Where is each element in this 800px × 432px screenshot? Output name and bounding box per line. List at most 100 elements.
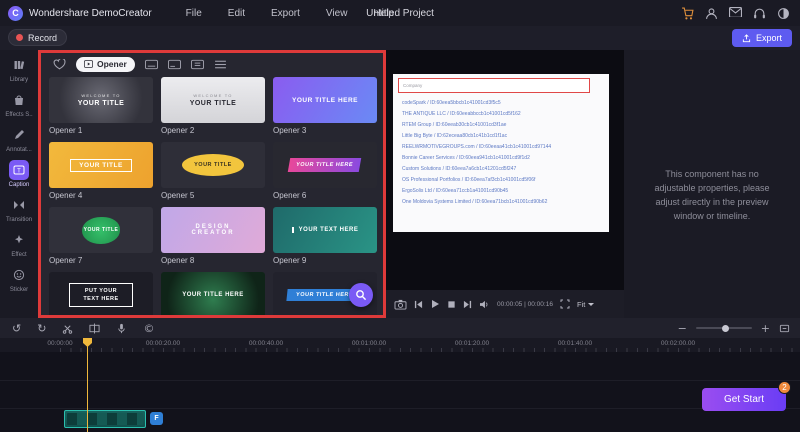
mail-icon[interactable]: [729, 6, 742, 20]
credit-line: ErgoSolis Ltd / ID:60eea71ccb1a41001cd90…: [402, 188, 509, 194]
effects-store-icon: [9, 90, 29, 110]
template-opener-11[interactable]: YOUR TITLE HERE Opener 11: [161, 272, 265, 315]
tab-end-credit-icon[interactable]: [190, 59, 204, 70]
credit-line: RTEM Group / ID:60eeab30cb1c41001cd3f1ae: [402, 122, 507, 128]
template-name: Opener 5: [161, 191, 195, 200]
sidebar-item-library[interactable]: Library: [0, 55, 38, 83]
menu-file[interactable]: File: [186, 8, 202, 19]
template-opener-9[interactable]: YOUR TEXT HERE Opener 9: [273, 207, 377, 265]
fullscreen-icon[interactable]: [560, 299, 570, 309]
template-opener-10[interactable]: PUT YOUR TEXT HERE Opener 10: [49, 272, 153, 315]
clip-filmstrip: [67, 413, 143, 425]
template-opener-3[interactable]: YOUR TITLE HERE Opener 3: [273, 77, 377, 135]
redo-icon[interactable]: ↻: [37, 323, 46, 334]
opener-icon: [84, 60, 93, 68]
template-opener-1[interactable]: WELCOME TO YOUR TITLE Opener 1: [49, 77, 153, 135]
tab-opener[interactable]: Opener: [76, 56, 135, 72]
snapshot-camera-icon[interactable]: [394, 299, 407, 310]
template-thumbnail: YOUR TITLE HERE: [273, 77, 377, 123]
record-label: Record: [28, 32, 58, 43]
title-bar: C Wondershare DemoCreator File Edit Expo…: [0, 0, 800, 26]
video-preview-stage[interactable]: Company codeSpark / ID:60eea5bbcb1c41001…: [393, 74, 609, 232]
chevron-down-icon: [588, 302, 595, 306]
caption-template-panel: Opener WELCOME TO YOUR TITLE Opener 1 WE…: [38, 50, 386, 318]
template-name: Opener 4: [49, 191, 83, 200]
credits-company-field: Company: [398, 78, 590, 93]
properties-message: This component has no adjustable propert…: [654, 169, 770, 221]
export-button[interactable]: Export: [731, 29, 792, 47]
timeline-ruler[interactable]: 00:00:00 00:00:20.00 00:00:40.00 00:01:0…: [0, 338, 800, 352]
sticker-icon: [9, 265, 29, 285]
template-name: Opener 8: [161, 256, 195, 265]
sidebar-item-effect[interactable]: Effect: [0, 230, 38, 258]
support-headset-icon[interactable]: [753, 7, 766, 20]
sidebar-item-effects-store[interactable]: Effects S..: [0, 90, 38, 118]
timeline-clip[interactable]: [64, 410, 146, 428]
template-name: Opener 9: [273, 256, 307, 265]
properties-panel: This component has no adjustable propert…: [624, 50, 800, 318]
time-display: 00:00:05 | 00:00:16: [497, 300, 553, 308]
ruler-label: 00:00:00: [47, 340, 73, 347]
template-opener-4[interactable]: YOUR TITLE Opener 4: [49, 142, 153, 200]
stop-button[interactable]: [447, 300, 456, 309]
sidebar-item-annotation[interactable]: Annotat...: [0, 125, 38, 153]
template-opener-7[interactable]: YOUR TITLE Opener 7: [49, 207, 153, 265]
credit-line: THE ANTIQUE LLC / ID:60eeabbccb1c41001cd…: [402, 111, 521, 117]
template-thumbnail: YOUR TITLE HERE: [273, 142, 377, 188]
ruler-label: 00:01:40.00: [557, 340, 593, 347]
tab-list-menu-icon[interactable]: [214, 59, 227, 70]
template-name: Opener 7: [49, 256, 83, 265]
zoom-out-button[interactable]: −: [678, 323, 687, 334]
template-name: Opener 6: [273, 191, 307, 200]
export-label: Export: [755, 33, 782, 43]
clip-effect-badge[interactable]: F: [150, 412, 163, 425]
tab-featured-icon[interactable]: [53, 58, 66, 70]
credits-list: codeSpark / ID:60eea5bbcb1c41001cd3f5c5 …: [402, 100, 603, 205]
menu-edit[interactable]: Edit: [228, 8, 245, 19]
search-button[interactable]: [349, 283, 373, 307]
cart-icon[interactable]: [681, 7, 694, 20]
fit-timeline-icon[interactable]: [779, 323, 790, 334]
template-opener-2[interactable]: WELCOME TO YOUR TITLE Opener 2: [161, 77, 265, 135]
template-opener-5[interactable]: YOUR TITLE Opener 5: [161, 142, 265, 200]
credit-line: One Moldovia Systems Limited / ID:60eea7…: [402, 199, 548, 205]
undo-icon[interactable]: ↺: [12, 323, 21, 334]
split-clip-icon[interactable]: [89, 322, 100, 334]
timeline-tracks: F: [0, 352, 800, 432]
template-name: Opener 1: [49, 126, 83, 135]
template-opener-8[interactable]: DESIGN CREATOR Opener 8: [161, 207, 265, 265]
zoom-slider-knob[interactable]: [721, 324, 729, 332]
track-divider: [0, 380, 800, 381]
tab-lower-third-icon[interactable]: [167, 59, 181, 70]
template-opener-6[interactable]: YOUR TITLE HERE Opener 6: [273, 142, 377, 200]
zoom-in-button[interactable]: +: [761, 323, 770, 334]
playback-controls: 00:00:05 | 00:00:16 Fit: [386, 290, 624, 318]
record-button[interactable]: Record: [8, 29, 68, 46]
zoom-fit-dropdown[interactable]: Fit: [577, 300, 595, 309]
library-icon: [9, 55, 29, 75]
playhead-line[interactable]: [87, 338, 88, 432]
ruler-label: 00:02:00.00: [660, 340, 696, 347]
previous-frame-button[interactable]: [414, 300, 423, 309]
sidebar-item-transition[interactable]: Transition: [0, 195, 38, 223]
template-name: Opener 3: [273, 126, 307, 135]
credit-line: Custom Solutions / ID:60eea7a6cb1c41201c…: [402, 166, 517, 172]
effect-sparkle-icon: [9, 230, 29, 250]
template-grid: WELCOME TO YOUR TITLE Opener 1 WELCOME T…: [49, 77, 377, 315]
caption-icon: T: [9, 160, 29, 180]
microphone-icon[interactable]: [116, 323, 127, 334]
template-thumbnail: WELCOME TO YOUR TITLE: [161, 77, 265, 123]
timeline-toolbar: ↺ ↻ © − +: [0, 318, 800, 338]
sidebar-item-sticker[interactable]: Sticker: [0, 265, 38, 293]
tab-subtitle-icon[interactable]: [144, 59, 158, 70]
get-start-button[interactable]: Get Start 2: [702, 381, 791, 411]
next-frame-button[interactable]: [463, 300, 472, 309]
account-icon[interactable]: [705, 7, 718, 20]
zoom-slider[interactable]: [695, 324, 752, 332]
volume-icon[interactable]: [479, 300, 490, 309]
play-button[interactable]: [430, 299, 440, 309]
copyright-icon[interactable]: ©: [143, 323, 154, 334]
sidebar-item-caption[interactable]: T Caption: [0, 160, 38, 188]
trim-scissors-icon[interactable]: [62, 323, 73, 334]
theme-toggle-icon[interactable]: [777, 7, 790, 20]
